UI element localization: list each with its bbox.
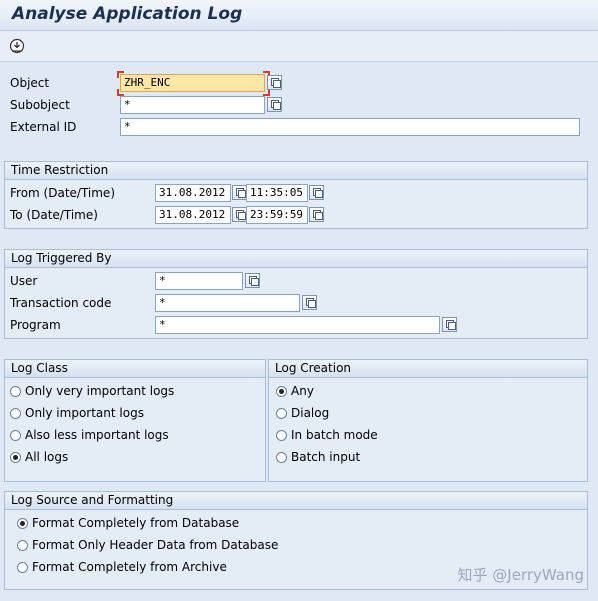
log-class-radio[interactable] <box>10 386 21 397</box>
log-creation-radio[interactable] <box>276 386 287 397</box>
time-restriction-title: Time Restriction <box>5 162 587 180</box>
log-creation-option-label: Dialog <box>291 406 330 420</box>
log-source-title: Log Source and Formatting <box>5 492 587 510</box>
subobject-value-help-icon[interactable] <box>267 97 282 112</box>
transaction-code-label: Transaction code <box>10 296 112 310</box>
log-creation-option-label: In batch mode <box>291 428 378 442</box>
program-value-help-icon[interactable] <box>442 317 457 332</box>
program-label: Program <box>10 318 61 332</box>
external-id-label: External ID <box>10 120 77 134</box>
from-date-field[interactable]: 31.08.2012 <box>155 184 231 202</box>
subobject-field[interactable]: * <box>120 96 265 114</box>
user-value-help-icon[interactable] <box>245 273 260 288</box>
to-date-picker-icon[interactable] <box>232 207 247 222</box>
focus-marker <box>263 89 270 96</box>
log-class-option-label: Only very important logs <box>25 384 175 398</box>
to-date-field[interactable]: 31.08.2012 <box>155 206 231 224</box>
focus-marker <box>117 71 124 78</box>
log-source-radio[interactable] <box>17 518 28 529</box>
from-date-picker-icon[interactable] <box>232 185 247 200</box>
log-class-option-label: All logs <box>25 450 69 464</box>
object-value-help-icon[interactable] <box>267 75 282 90</box>
title-bar: Analyse Application Log <box>0 0 598 31</box>
watermark: 知乎 @JerryWang <box>457 566 584 584</box>
log-class-option-label: Also less important logs <box>25 428 169 442</box>
object-label: Object <box>10 76 50 90</box>
execute-icon[interactable] <box>9 38 25 54</box>
log-class-title: Log Class <box>5 360 265 378</box>
object-field[interactable]: ZHR_ENC <box>120 74 265 92</box>
log-source-option-label: Format Completely from Database <box>32 516 240 530</box>
log-source-radio[interactable] <box>17 540 28 551</box>
log-creation-radio[interactable] <box>276 408 287 419</box>
log-class-radio[interactable] <box>10 430 21 441</box>
focus-marker <box>117 89 124 96</box>
external-id-field[interactable]: * <box>120 118 580 136</box>
log-creation-option-label: Any <box>291 384 314 398</box>
log-creation-option-label: Batch input <box>291 450 361 464</box>
from-time-help-icon[interactable] <box>309 185 324 200</box>
log-class-option-label: Only important logs <box>25 406 144 420</box>
to-time-field[interactable]: 23:59:59 <box>246 206 308 224</box>
log-source-radio[interactable] <box>17 562 28 573</box>
subobject-label: Subobject <box>10 98 70 112</box>
program-field[interactable]: * <box>155 316 440 334</box>
from-date-time-label: From (Date/Time) <box>10 186 115 200</box>
user-label: User <box>10 274 38 288</box>
log-source-option-label: Format Only Header Data from Database <box>32 538 279 552</box>
page-title: Analyse Application Log <box>12 4 243 24</box>
to-time-help-icon[interactable] <box>309 207 324 222</box>
log-source-option-label: Format Completely from Archive <box>32 560 227 574</box>
log-triggered-by-title: Log Triggered By <box>5 250 587 268</box>
transaction-code-field[interactable]: * <box>155 294 300 312</box>
application-toolbar <box>0 31 598 62</box>
log-creation-title: Log Creation <box>269 360 587 378</box>
log-creation-radio[interactable] <box>276 430 287 441</box>
log-creation-radio[interactable] <box>276 452 287 463</box>
from-time-field[interactable]: 11:35:05 <box>246 184 308 202</box>
transaction-code-value-help-icon[interactable] <box>302 295 317 310</box>
log-class-radio[interactable] <box>10 408 21 419</box>
log-class-radio[interactable] <box>10 452 21 463</box>
user-field[interactable]: * <box>155 272 243 290</box>
to-date-time-label: To (Date/Time) <box>10 208 98 222</box>
